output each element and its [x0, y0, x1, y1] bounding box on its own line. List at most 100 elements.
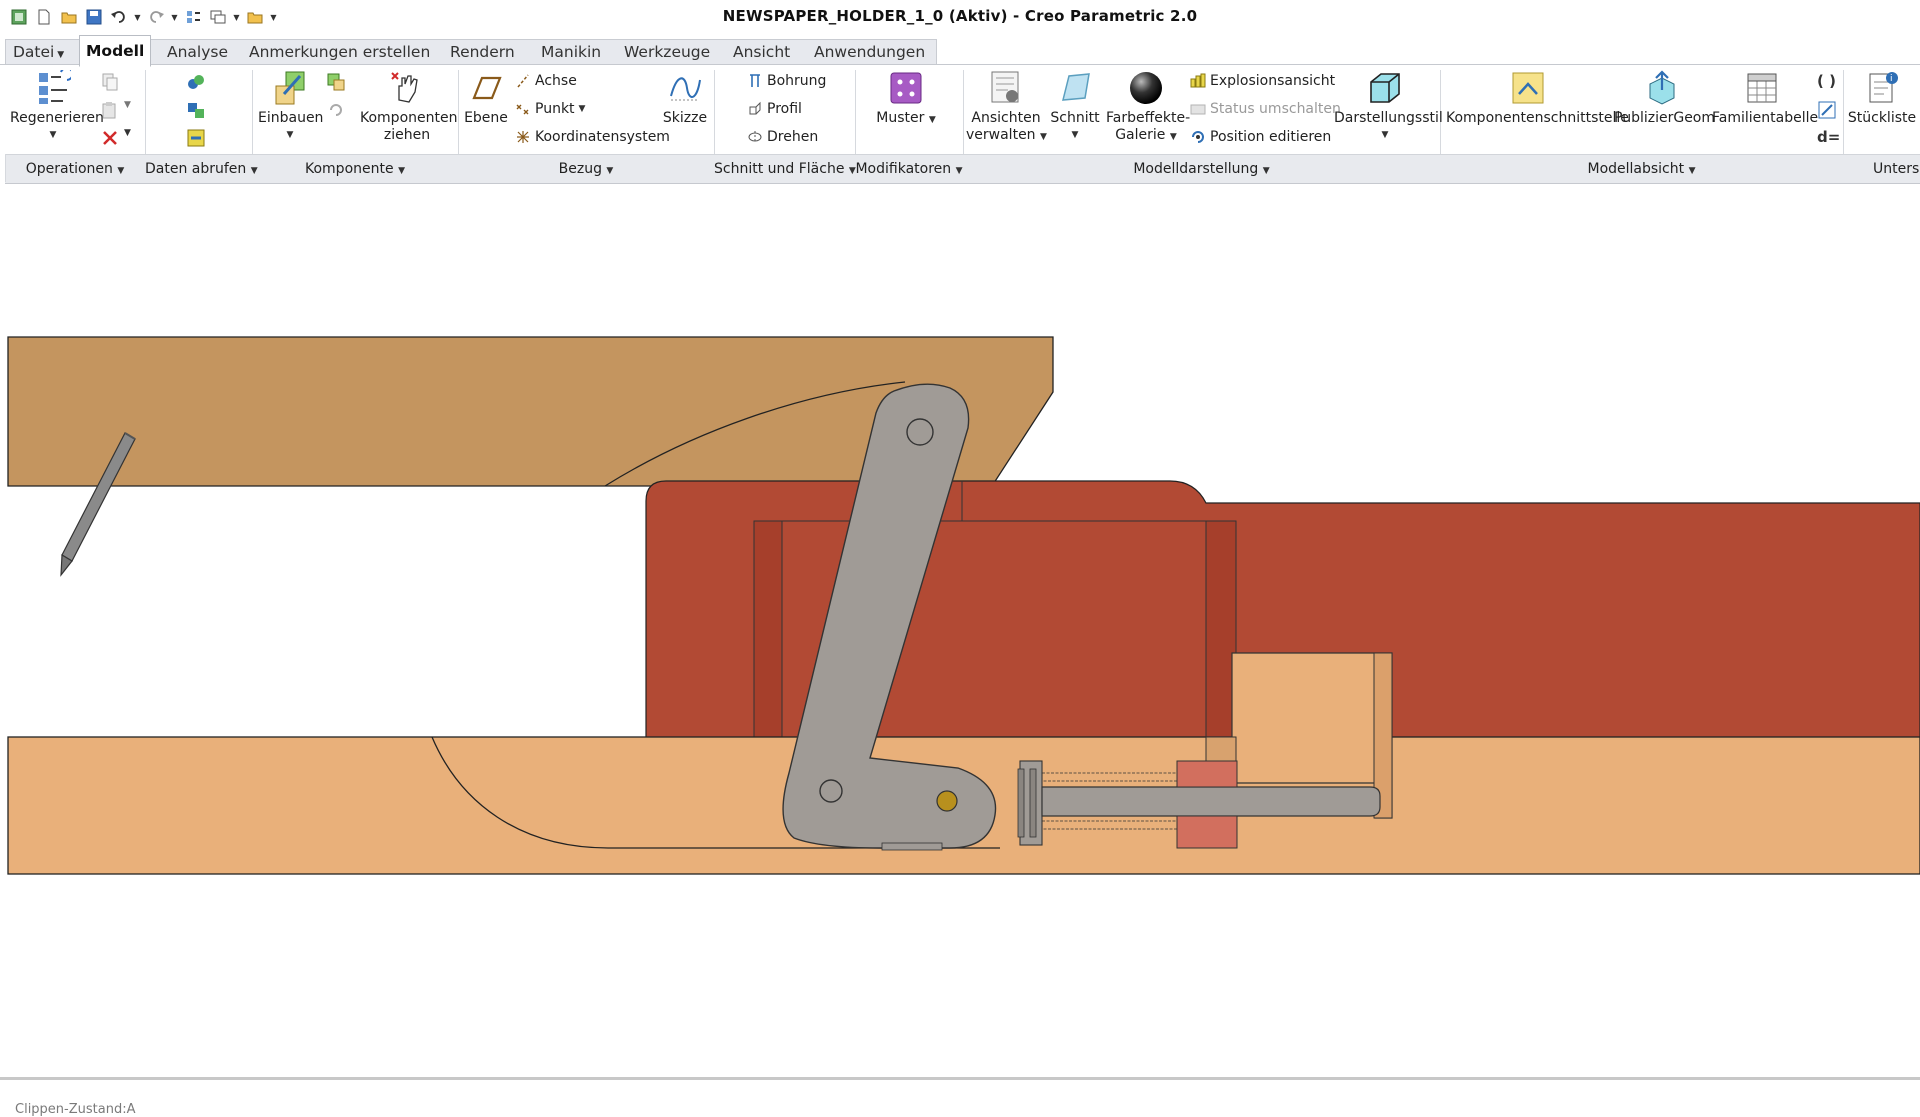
group-modifikatoren[interactable]: Modifikatoren ▼: [855, 155, 963, 183]
axis-icon: [515, 73, 531, 89]
delete-icon[interactable]: [100, 128, 120, 148]
komponenten-ziehen-label-2: ziehen: [383, 127, 431, 143]
copy-geometry-icon[interactable]: [186, 100, 206, 120]
ribbon-tab-bar: Datei ▼ Modell Analyse Anmerkungen erste…: [0, 34, 1920, 67]
user-defined-feature-icon[interactable]: [186, 72, 206, 92]
muster-label: Muster: [876, 110, 925, 126]
tab-modell[interactable]: Modell: [79, 35, 152, 67]
status-umschalten-button[interactable]: Status umschalten: [1190, 100, 1341, 118]
tab-datei[interactable]: Datei ▼: [7, 39, 70, 65]
group-bezug[interactable]: Bezug ▼: [458, 155, 714, 183]
parameters-icon[interactable]: ( ): [1817, 72, 1837, 92]
ansichten-verwalten-label-1: Ansichten: [971, 110, 1041, 126]
tab-anwendungen[interactable]: Anwendungen: [808, 39, 931, 65]
ansichten-verwalten-button[interactable]: Ansichten verwalten ▼: [966, 70, 1047, 146]
tab-analyse[interactable]: Analyse: [161, 39, 234, 65]
bohrung-button[interactable]: Bohrung: [747, 72, 826, 90]
family-table-icon: [1744, 70, 1780, 106]
svg-text:i: i: [1890, 74, 1893, 84]
group-bezug-label: Bezug: [558, 161, 602, 177]
komponentenschnittstelle-label: Komponentenschnittstelle: [1446, 110, 1629, 126]
group-daten-abrufen-label: Daten abrufen: [145, 161, 247, 177]
create-component-icon[interactable]: [326, 72, 346, 92]
plane-icon: [468, 70, 504, 106]
tab-manikin[interactable]: Manikin: [535, 39, 607, 65]
farbeffekte-label-1: Farbeffekte-: [1106, 110, 1191, 126]
repeat-icon[interactable]: [326, 100, 346, 120]
ansichten-verwalten-dropdown-icon: ▼: [1040, 132, 1047, 142]
sketch-icon: [667, 70, 703, 106]
punkt-dropdown-icon: ▼: [578, 104, 586, 114]
switch-dimensions-icon[interactable]: [1817, 100, 1837, 120]
ebene-label: Ebene: [464, 110, 508, 126]
profil-label: Profil: [767, 101, 802, 117]
komponenten-ziehen-button[interactable]: Komponenten ziehen: [360, 70, 458, 144]
pin-gold: [936, 790, 958, 812]
muster-button[interactable]: Muster ▼: [870, 70, 942, 129]
tab-ansicht[interactable]: Ansicht: [727, 39, 796, 65]
shrinkwrap-icon[interactable]: [186, 128, 206, 148]
window-title: NEWSPAPER_HOLDER_1_0 (Aktiv) - Creo Para…: [722, 7, 1198, 25]
punkt-label: Punkt: [535, 101, 575, 117]
exploded-view-icon: [1190, 73, 1206, 89]
group-daten-abrufen[interactable]: Daten abrufen ▼: [145, 155, 258, 183]
group-modelldarstellung-label: Modelldarstellung: [1133, 161, 1259, 177]
group-komponente[interactable]: Komponente ▼: [252, 155, 458, 183]
einbauen-dropdown-icon: ▼: [286, 130, 294, 140]
familientabelle-button[interactable]: Familientabelle: [1712, 70, 1818, 127]
paste-dropdown-icon[interactable]: ▼: [124, 100, 144, 120]
drehen-button[interactable]: Drehen: [747, 128, 818, 146]
muster-dropdown-icon: ▼: [928, 115, 936, 125]
achse-button[interactable]: Achse: [515, 72, 577, 90]
toggle-status-icon: [1190, 101, 1206, 117]
graphics-window[interactable]: Clippen-Zustand:A: [0, 183, 1920, 1117]
group-modifikatoren-label: Modifikatoren: [855, 161, 952, 177]
tab-werkzeuge[interactable]: Werkzeuge: [618, 39, 716, 65]
explosionsansicht-button[interactable]: Explosionsansicht: [1190, 72, 1335, 90]
explosionsansicht-label: Explosionsansicht: [1210, 73, 1336, 89]
komponenten-ziehen-label-1: Komponenten: [360, 110, 458, 126]
group-schnitt-und-flaeche[interactable]: Schnitt und Fläche ▼: [714, 155, 856, 183]
schnitt-button[interactable]: Schnitt ▼: [1050, 70, 1100, 144]
group-separator: [5, 154, 6, 182]
farbeffekte-galerie-button[interactable]: Farbeffekte- Galerie ▼: [1106, 70, 1191, 146]
publiziergeom-button[interactable]: PublizierGeom: [1614, 70, 1715, 127]
punkt-button[interactable]: Punkt ▼: [515, 100, 585, 118]
group-schnitt-und-flaeche-label: Schnitt und Fläche: [714, 161, 845, 177]
position-editieren-button[interactable]: Position editieren: [1190, 128, 1331, 146]
group-modelldarstellung[interactable]: Modelldarstellung ▼: [963, 155, 1440, 183]
regenerieren-button[interactable]: Regenerieren ▼: [10, 67, 104, 144]
koordinatensystem-button[interactable]: Koordinatensystem: [515, 128, 670, 146]
group-untersuchen[interactable]: Untersu: [1843, 155, 1920, 183]
publish-geometry-icon: [1644, 70, 1680, 106]
edit-position-icon: [1190, 129, 1206, 145]
copy-icon[interactable]: [100, 72, 120, 92]
model-view[interactable]: [0, 183, 1920, 1080]
profil-button[interactable]: Profil: [747, 100, 802, 118]
ebene-button[interactable]: Ebene: [462, 70, 510, 127]
component-interface-icon: [1510, 70, 1546, 106]
darstellungsstil-button[interactable]: Darstellungsstil ▼: [1334, 70, 1443, 144]
darstellungsstil-dropdown-icon: ▼: [1381, 130, 1389, 140]
group-modellabsicht[interactable]: Modellabsicht ▼: [1440, 155, 1843, 183]
schnitt-dropdown-icon: ▼: [1071, 130, 1079, 140]
einbauen-button[interactable]: Einbauen ▼: [258, 70, 323, 144]
group-operationen-label: Operationen: [25, 161, 113, 177]
appearance-gallery-icon: [1128, 70, 1164, 106]
komponentenschnittstelle-button[interactable]: Komponentenschnittstelle: [1446, 70, 1629, 127]
farbeffekte-label-2: Galerie: [1115, 127, 1166, 143]
group-operationen[interactable]: Operationen ▼: [5, 155, 145, 183]
stueckliste-button[interactable]: i Stückliste: [1846, 70, 1918, 127]
group-untersuchen-label: Untersu: [1873, 161, 1920, 177]
tab-rendern[interactable]: Rendern: [444, 39, 521, 65]
paste-icon[interactable]: [100, 100, 120, 120]
tab-anmerkungen-erstellen[interactable]: Anmerkungen erstellen: [243, 39, 436, 65]
assemble-icon: [272, 70, 308, 106]
darstellungsstil-label: Darstellungsstil: [1334, 110, 1443, 126]
group-modellabsicht-label: Modellabsicht: [1587, 161, 1685, 177]
relations-icon[interactable]: d=: [1817, 128, 1840, 148]
farbeffekte-dropdown-icon: ▼: [1169, 132, 1177, 142]
skizze-button[interactable]: Skizze: [660, 70, 710, 127]
delete-dropdown-icon[interactable]: ▼: [124, 128, 144, 148]
pattern-icon: [888, 70, 924, 106]
